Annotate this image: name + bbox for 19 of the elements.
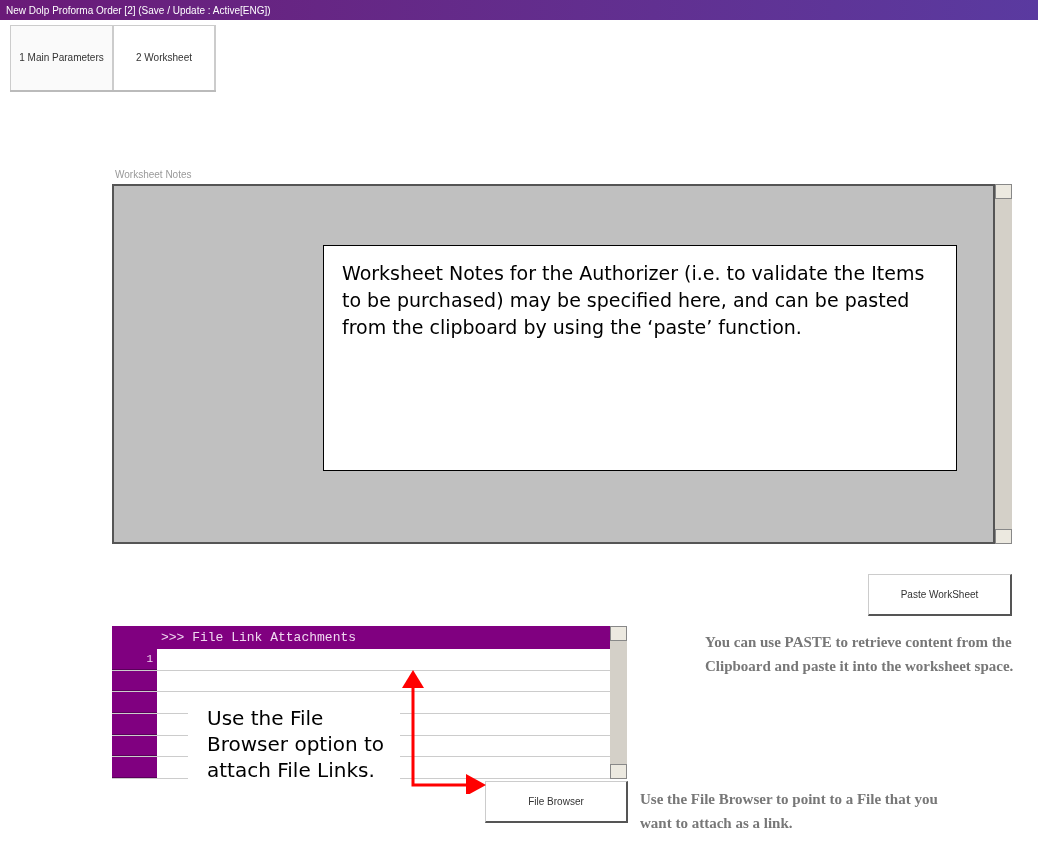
notes-label: Worksheet Notes [115,168,192,182]
row-header: 1 [112,649,157,670]
notes-callout: Worksheet Notes for the Authorizer (i.e. to validate the Items to be purchased) may be specified here, and can be pasted from the clipboard by using the ‘paste’ function. [323,245,957,471]
row-header [112,692,157,713]
row-header [112,757,157,779]
row-header [112,735,157,757]
file-browser-button[interactable]: File Browser [485,781,628,823]
row-header [112,670,157,692]
notes-textarea[interactable]: Worksheet Notes for the Authorizer (i.e. to validate the Items to be purchased) may be specified here, and can be pasted from the clipboard by using the ‘paste’ function. [112,184,995,544]
row-header [112,714,157,735]
paste-help-text: You can use PASTE to retrieve content from the Clipboard and paste it into the worksheet space. [705,633,1015,676]
title-bar: New Dolp Proforma Order [2] (Save / Update : Active[ENG]) [0,0,1038,20]
tab[interactable]: 1 Main Parameters [10,25,113,90]
scrollbar[interactable] [995,184,1012,544]
file-browser-help-text: Use the File Browser to point to a File that you want to attach as a link. [640,790,939,833]
grid-header: >>> File Link Attachments [157,626,610,649]
tab[interactable]: 2 Worksheet [113,25,216,90]
scrollbar[interactable] [610,626,627,779]
paste-worksheet-button[interactable]: Paste WorkSheet [868,574,1012,616]
